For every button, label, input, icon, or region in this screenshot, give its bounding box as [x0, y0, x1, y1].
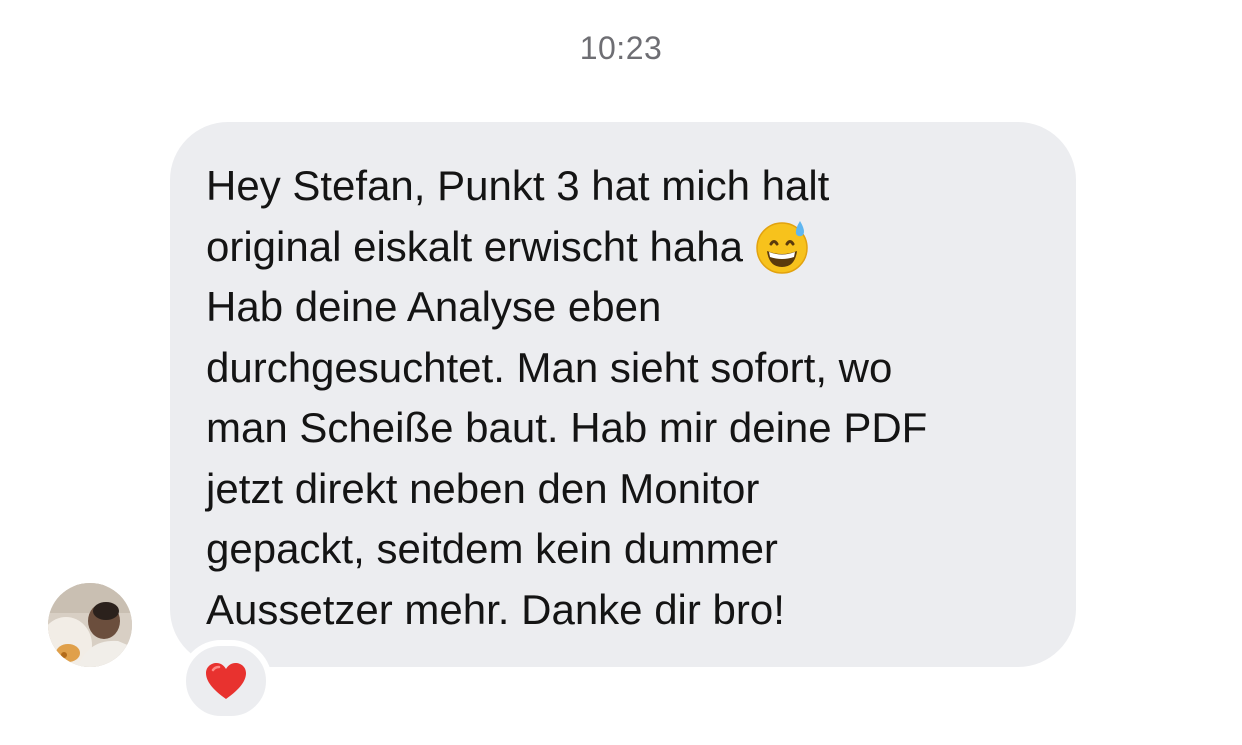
- message-line-8: Aussetzer mehr. Danke dir bro!: [206, 585, 785, 633]
- message-line-5: man Scheiße baut. Hab mir deine PDF: [206, 404, 928, 451]
- message-line-2-wrapper: original eiskalt erwischt haha: [206, 217, 1040, 278]
- message-line-1: Hey Stefan, Punkt 3 hat mich halt: [206, 162, 830, 209]
- message-line-3: Hab deine Analyse eben: [206, 283, 662, 330]
- message-line-6: jetzt direkt neben den Monitor: [206, 464, 760, 512]
- message-line-7: gepackt, seitdem kein dummer: [206, 525, 778, 572]
- avatar-photo-icon: [48, 583, 132, 667]
- message-line-4: durchgesuchtet. Man sieht sofort, wo: [206, 343, 893, 391]
- message-timestamp: 10:23: [579, 30, 663, 66]
- message-line-2: original eiskalt erwischt haha: [206, 222, 743, 270]
- heart-reaction-badge[interactable]: [180, 640, 272, 722]
- grinning-face-with-sweat-icon: [753, 217, 811, 275]
- red-heart-icon: [206, 663, 246, 699]
- sender-avatar[interactable]: [48, 583, 132, 667]
- message-bubble[interactable]: Hey Stefan, Punkt 3 hat mich halt origin…: [170, 122, 1076, 667]
- chat-view: 10:23 Hey Stefan, Punkt 3 hat mich halt …: [0, 0, 1242, 745]
